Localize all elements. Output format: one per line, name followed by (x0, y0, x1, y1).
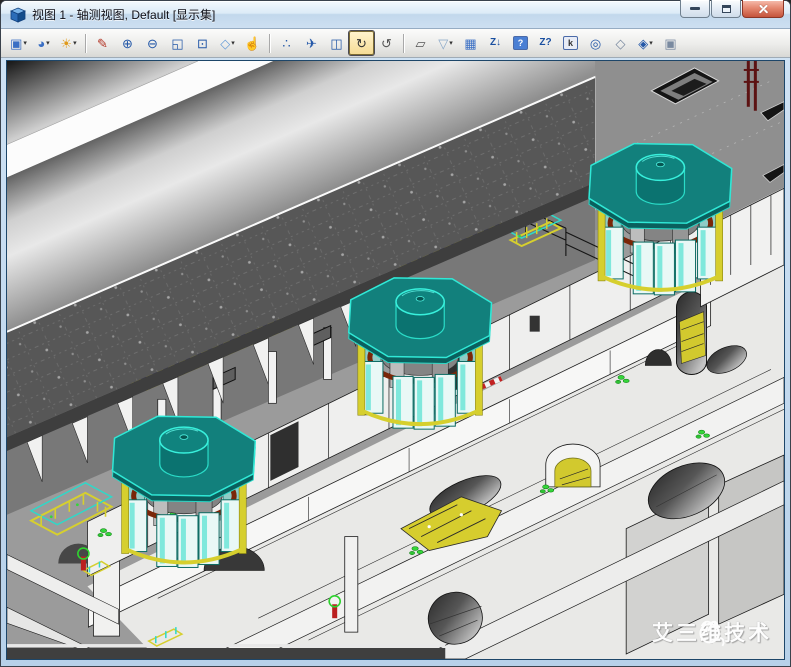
screen-view-icon: ◫ (330, 37, 342, 50)
pan-icon: ☝ (244, 37, 260, 50)
grid-display-icon: ▦ (464, 37, 476, 50)
zoom-in-button[interactable]: ⊕ (115, 31, 140, 55)
query-z-icon: Z? (539, 38, 551, 48)
zoom-window-button[interactable]: ◱ (165, 31, 190, 55)
minimize-icon (690, 7, 700, 10)
viewport-layout-button[interactable]: ▱ (408, 31, 433, 55)
toolbar-separator (85, 34, 86, 53)
lighting-icon: ☀ (60, 37, 72, 50)
orbit-geographic-button[interactable]: ↺ (374, 31, 399, 55)
toolbar: ▣▾◕▾☀▾✎⊕⊖◱⊡◇▾☝∴✈◫↻↺▱▽▾▦Z↓?Z?k◎◇◈▾▣ (1, 29, 790, 58)
keyin-browser-icon: k (563, 36, 577, 50)
update-view-icon: ✎ (97, 37, 108, 50)
turret-2 (349, 278, 492, 429)
clip-element-icon: ▣ (664, 37, 676, 50)
grid-display-button[interactable]: ▦ (458, 31, 483, 55)
orbit-button[interactable]: ↻ (349, 31, 374, 55)
close-icon (758, 3, 769, 14)
dropdown-arrow-icon: ▾ (23, 39, 27, 47)
query-z-button[interactable]: Z? (533, 31, 558, 55)
view-canvas[interactable]: 艾三维技术 (6, 60, 785, 660)
orbit-icon: ↻ (356, 37, 367, 50)
clip-volume-icon: ▽ (438, 37, 448, 50)
minimize-button[interactable] (680, 0, 710, 18)
zoom-window-icon: ◱ (171, 37, 183, 50)
find-element-button[interactable]: ◎ (583, 31, 608, 55)
turret-1 (113, 416, 256, 567)
orbit-geographic-icon: ↺ (381, 37, 392, 50)
zoom-out-button[interactable]: ⊖ (140, 31, 165, 55)
toolbar-separator (403, 34, 404, 53)
toolbar-separator (269, 34, 270, 53)
screen-view-button[interactable]: ◫ (324, 31, 349, 55)
walk-button[interactable]: ∴ (274, 31, 299, 55)
view-orientation-icon: ◇ (220, 37, 230, 50)
scene-3d (7, 61, 784, 659)
clip-volume-button[interactable]: ▽▾ (433, 31, 458, 55)
walk-icon: ∴ (282, 37, 290, 50)
dropdown-arrow-icon: ▾ (73, 39, 77, 47)
window-icon (10, 7, 26, 23)
view-attributes-icon: ? (513, 36, 528, 50)
view-window: 视图 1 - 轴测视图, Default [显示集] ▣▾◕▾☀▾✎⊕⊖◱⊡◇▾… (0, 0, 791, 667)
zoom-in-icon: ⊕ (122, 37, 133, 50)
isolate-element-button[interactable]: ◈▾ (633, 31, 658, 55)
close-button[interactable] (742, 0, 784, 18)
change-z-icon: Z↓ (490, 38, 501, 48)
clip-element-button[interactable]: ▣ (658, 31, 683, 55)
view-orientation-button[interactable]: ◇▾ (215, 31, 240, 55)
fly-icon: ✈ (306, 37, 317, 50)
window-title: 视图 1 - 轴测视图, Default [显示集] (32, 6, 680, 23)
pan-button[interactable]: ☝ (240, 31, 265, 55)
fly-button[interactable]: ✈ (299, 31, 324, 55)
viewport-layout-icon: ▱ (416, 37, 426, 50)
dropdown-arrow-icon: ▾ (649, 39, 653, 47)
dropdown-arrow-icon: ▾ (449, 39, 453, 47)
dropdown-arrow-icon: ▾ (46, 39, 50, 47)
update-view-button[interactable]: ✎ (90, 31, 115, 55)
view-attributes-button[interactable]: ? (508, 31, 533, 55)
keyin-browser-button[interactable]: k (558, 31, 583, 55)
viewport-frame: 艾三维技术 (1, 58, 790, 666)
render-mode-icon: ◕ (37, 37, 45, 50)
display-style-button[interactable]: ◇ (608, 31, 633, 55)
restore-icon (722, 5, 731, 13)
window-controls (680, 0, 784, 18)
find-element-icon: ◎ (590, 37, 601, 50)
restore-button[interactable] (711, 0, 741, 18)
dropdown-arrow-icon: ▾ (231, 39, 235, 47)
isolate-element-icon: ◈ (638, 37, 648, 50)
fit-view-icon: ⊡ (197, 37, 208, 50)
view-display-mode-button[interactable]: ▣▾ (6, 31, 31, 55)
lighting-button[interactable]: ☀▾ (56, 31, 81, 55)
view-display-mode-icon: ▣ (10, 37, 22, 50)
fit-view-button[interactable]: ⊡ (190, 31, 215, 55)
zoom-out-icon: ⊖ (147, 37, 158, 50)
display-style-icon: ◇ (616, 37, 626, 50)
turret-3 (589, 144, 732, 295)
render-mode-button[interactable]: ◕▾ (31, 31, 56, 55)
change-z-button[interactable]: Z↓ (483, 31, 508, 55)
titlebar[interactable]: 视图 1 - 轴测视图, Default [显示集] (1, 1, 790, 29)
